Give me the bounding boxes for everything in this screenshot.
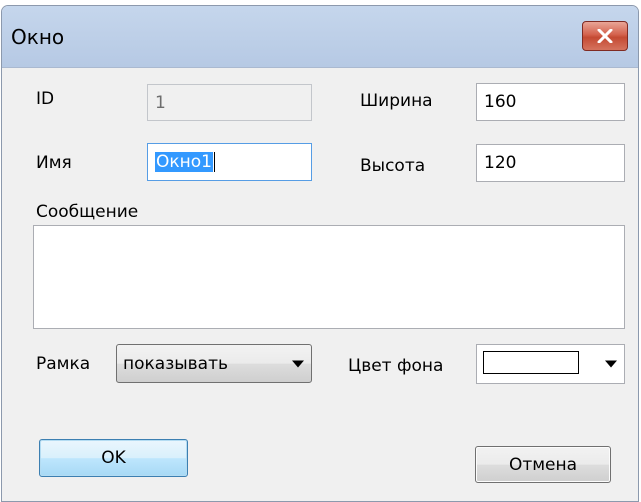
ok-button[interactable]: OK — [39, 439, 188, 477]
window-title: Окно — [11, 25, 65, 49]
dialog-window: Окно ID 1 Ширина 160 Имя Окно1 Высота 12… — [1, 5, 639, 502]
border-label: Рамка — [36, 354, 91, 374]
width-input[interactable]: 160 — [476, 83, 625, 121]
message-textarea[interactable] — [33, 225, 625, 329]
cancel-button[interactable]: Отмена — [475, 446, 611, 483]
id-value: 1 — [155, 92, 166, 113]
close-icon — [597, 29, 613, 43]
bgcolor-picker[interactable] — [476, 344, 625, 384]
text-caret — [213, 152, 215, 172]
bgcolor-swatch — [483, 351, 579, 374]
border-select[interactable]: показывать — [116, 344, 312, 383]
name-label: Имя — [36, 153, 72, 173]
name-value-selected: Окно1 — [155, 152, 213, 172]
title-bar[interactable]: Окно — [2, 6, 638, 68]
chevron-down-icon — [605, 360, 617, 368]
border-select-value: показывать — [123, 353, 229, 374]
id-label: ID — [36, 89, 55, 109]
height-input[interactable]: 120 — [476, 144, 625, 182]
width-label: Ширина — [360, 91, 433, 111]
id-field: 1 — [147, 84, 312, 121]
message-label: Сообщение — [36, 202, 139, 222]
height-label: Высота — [360, 156, 426, 176]
close-button[interactable] — [582, 21, 628, 51]
height-value: 120 — [484, 153, 517, 173]
bgcolor-label: Цвет фона — [348, 356, 444, 376]
width-value: 160 — [484, 92, 517, 112]
name-input[interactable]: Окно1 — [147, 143, 312, 181]
chevron-down-icon — [292, 360, 304, 367]
